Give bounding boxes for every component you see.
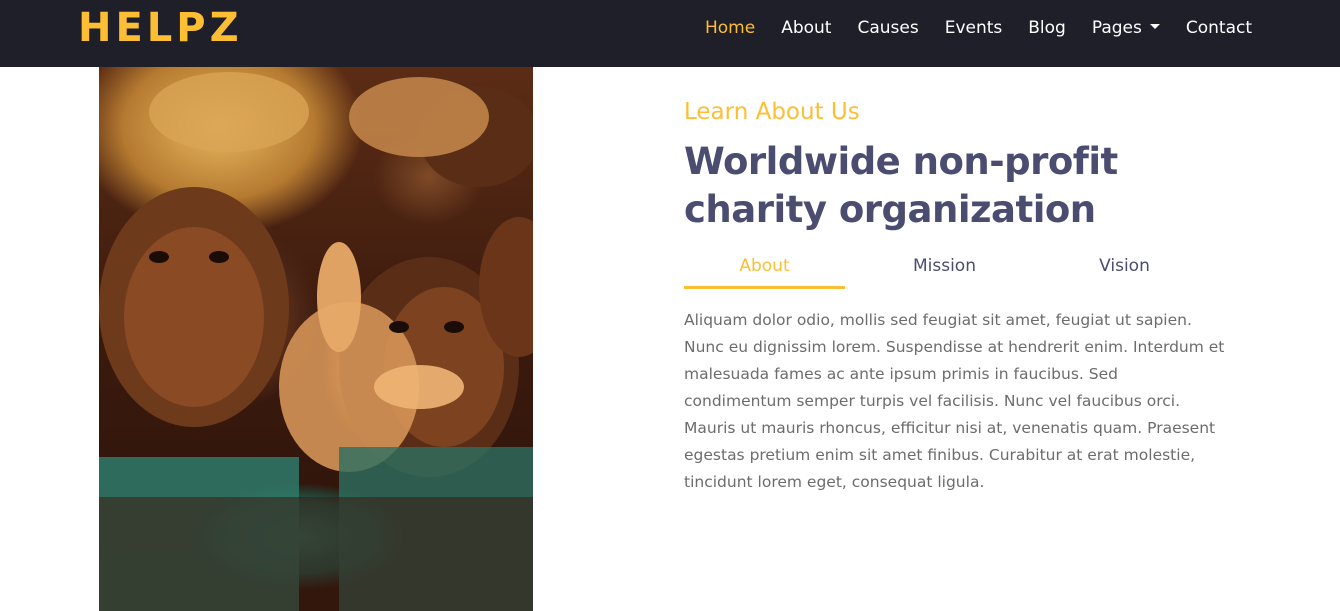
nav-item-home: Home — [705, 18, 755, 38]
tab-vision[interactable]: Vision — [1044, 256, 1205, 289]
section-subtitle: Learn About Us — [684, 99, 860, 125]
chevron-down-icon — [1149, 24, 1160, 29]
nav-item-blog: Blog — [1028, 18, 1066, 38]
nav-link-about[interactable]: About — [781, 18, 831, 38]
about-photo — [99, 67, 533, 611]
nav-pages-label: Pages — [1091, 18, 1142, 38]
about-tabs: About Mission Vision — [684, 256, 1224, 289]
nav-link-contact[interactable]: Contact — [1186, 18, 1252, 38]
brand-logo[interactable]: HELPZ — [78, 6, 243, 50]
nav-link-events[interactable]: Events — [945, 18, 1003, 38]
nav-link-pages[interactable]: Pages — [1092, 18, 1160, 38]
nav-link-home[interactable]: Home — [705, 18, 755, 38]
tab-mission[interactable]: Mission — [864, 256, 1025, 289]
nav-item-events: Events — [945, 18, 1003, 38]
nav-item-pages: Pages — [1092, 18, 1160, 38]
tab-content: Aliquam dolor odio, mollis sed feugiat s… — [684, 311, 1225, 491]
tab-about[interactable]: About — [684, 256, 845, 289]
nav-link-causes[interactable]: Causes — [857, 18, 918, 38]
navbar: HELPZ Home About Causes Events Blog Page… — [0, 0, 1340, 67]
title-line-1: Worldwide non-profit — [684, 140, 1118, 183]
nav-item-causes: Causes — [857, 18, 918, 38]
nav-menu: Home About Causes Events Blog Pages Cont… — [705, 0, 1252, 56]
photo-illustration — [99, 72, 533, 611]
nav-item-contact: Contact — [1186, 18, 1252, 38]
section-title: Worldwide non-profit charity organizatio… — [684, 138, 1244, 234]
nav-link-blog[interactable]: Blog — [1028, 18, 1066, 38]
about-section: Learn About Us Worldwide non-profit char… — [684, 96, 1244, 496]
nav-item-about: About — [781, 18, 831, 38]
title-line-2: charity organization — [684, 188, 1096, 231]
